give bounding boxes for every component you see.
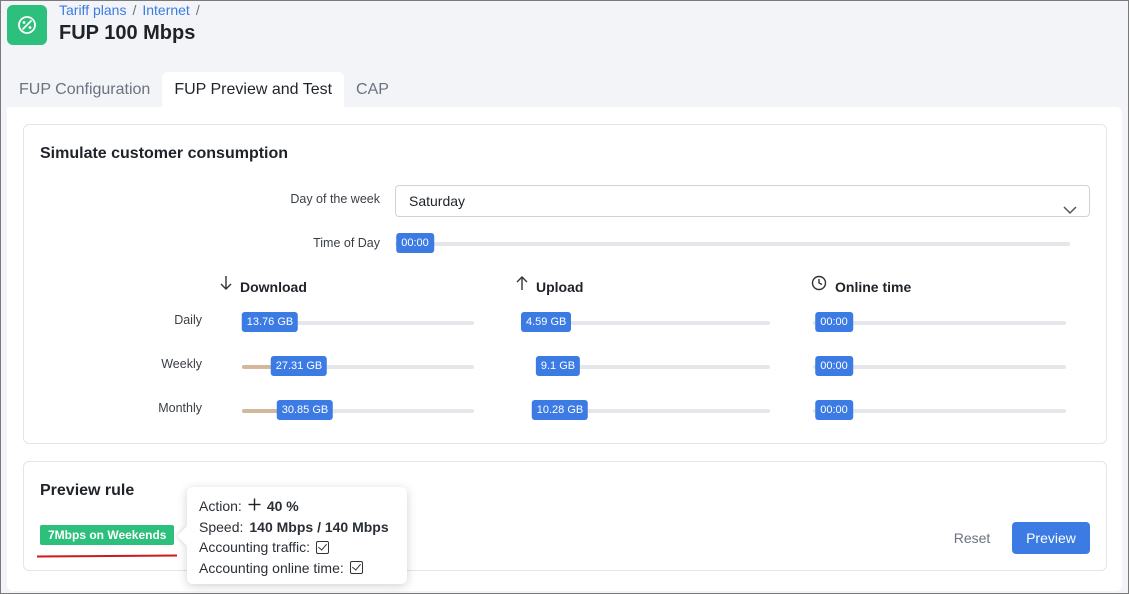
daily-download-slider[interactable]: 13.76 GB bbox=[241, 312, 474, 332]
time-of-day-handle[interactable]: 00:00 bbox=[396, 233, 434, 253]
daily-online-handle[interactable]: 00:00 bbox=[815, 312, 853, 332]
download-label: Download bbox=[240, 279, 307, 295]
tariff-plan-icon bbox=[7, 5, 47, 45]
weekly-download-slider[interactable]: 27.31 GB bbox=[242, 356, 474, 376]
preview-button[interactable]: Preview bbox=[1012, 522, 1090, 554]
simulate-consumption-card: Simulate customer consumption Day of the… bbox=[23, 124, 1107, 444]
monthly-upload-handle[interactable]: 10.28 GB bbox=[531, 400, 589, 420]
simulate-card-title: Simulate customer consumption bbox=[40, 145, 289, 162]
tab-content: Simulate customer consumption Day of the… bbox=[7, 107, 1122, 591]
tab-fup-configuration[interactable]: FUP Configuration bbox=[7, 72, 162, 108]
tooltip-accounting-traffic-label: Accounting traffic: bbox=[199, 539, 311, 556]
upload-label: Upload bbox=[536, 279, 584, 295]
breadcrumb-internet[interactable]: Internet bbox=[142, 2, 189, 18]
tooltip-action-value: 40 % bbox=[266, 498, 299, 515]
daily-upload-slider[interactable]: 4.59 GB bbox=[521, 312, 770, 332]
weekly-upload-handle[interactable]: 9.1 GB bbox=[535, 356, 581, 376]
weekly-upload-slider[interactable]: 9.1 GB bbox=[535, 356, 770, 376]
download-column-header: Download bbox=[220, 275, 307, 295]
monthly-online-slider[interactable]: 00:00 bbox=[813, 400, 1066, 420]
checkbox-checked-icon bbox=[316, 540, 330, 554]
tab-fup-preview-and-test[interactable]: FUP Preview and Test bbox=[162, 72, 345, 108]
monthly-row-label: Monthly bbox=[158, 401, 202, 415]
upload-column-header: Upload bbox=[516, 275, 583, 295]
online-time-column-header: Online time bbox=[811, 275, 911, 295]
online-time-label: Online time bbox=[835, 279, 912, 295]
checkbox-checked-icon bbox=[349, 561, 363, 575]
daily-upload-handle[interactable]: 4.59 GB bbox=[521, 312, 572, 332]
weekly-row-label: Weekly bbox=[161, 357, 202, 371]
arrow-up-icon bbox=[516, 275, 528, 294]
annotation-underline bbox=[36, 554, 178, 558]
monthly-online-handle[interactable]: 00:00 bbox=[815, 400, 853, 420]
reset-button[interactable]: Reset bbox=[937, 522, 1007, 554]
monthly-download-handle[interactable]: 30.85 GB bbox=[276, 400, 334, 420]
tooltip-speed-value: 140 Mbps / 140 Mbps bbox=[249, 518, 389, 535]
tooltip-accounting-online: Accounting online time: bbox=[199, 558, 395, 579]
rule-tooltip: Action: 40 % Speed: 140 Mbps / 140 Mbps … bbox=[187, 487, 407, 584]
tab-cap[interactable]: CAP bbox=[344, 72, 401, 108]
monthly-download-slider[interactable]: 30.85 GB bbox=[242, 400, 474, 420]
weekly-online-handle[interactable]: 00:00 bbox=[815, 356, 853, 376]
page-title: FUP 100 Mbps bbox=[59, 22, 196, 44]
breadcrumb-tariff-plans[interactable]: Tariff plans bbox=[59, 2, 126, 18]
tooltip-action-label: Action: bbox=[199, 498, 242, 515]
day-of-week-select[interactable]: Saturday bbox=[395, 185, 1090, 217]
chevron-down-icon bbox=[1063, 195, 1077, 225]
breadcrumb: Tariff plans / Internet / bbox=[59, 2, 200, 18]
preview-card-title: Preview rule bbox=[40, 482, 135, 499]
preview-rule-card: Preview rule 7Mbps on Weekends Reset Pre… bbox=[23, 461, 1107, 571]
rule-badge[interactable]: 7Mbps on Weekends bbox=[40, 525, 175, 545]
arrow-down-icon bbox=[220, 275, 232, 294]
day-of-week-value: Saturday bbox=[409, 193, 466, 209]
tooltip-accounting-online-label: Accounting online time: bbox=[199, 559, 344, 576]
tooltip-accounting-traffic: Accounting traffic: bbox=[199, 537, 395, 558]
tooltip-speed: Speed: 140 Mbps / 140 Mbps bbox=[199, 517, 395, 538]
day-of-week-label: Day of the week bbox=[290, 192, 380, 206]
tooltip-action: Action: 40 % bbox=[199, 496, 395, 517]
tab-bar: FUP Configuration FUP Preview and Test C… bbox=[7, 72, 401, 108]
clock-icon bbox=[811, 275, 827, 294]
time-of-day-label: Time of Day bbox=[313, 236, 380, 250]
time-of-day-slider[interactable]: 00:00 bbox=[395, 233, 1070, 253]
daily-online-slider[interactable]: 00:00 bbox=[813, 312, 1066, 332]
weekly-download-handle[interactable]: 27.31 GB bbox=[270, 356, 328, 376]
weekly-online-slider[interactable]: 00:00 bbox=[813, 356, 1066, 376]
breadcrumb-separator: / bbox=[132, 2, 137, 18]
daily-row-label: Daily bbox=[174, 313, 202, 327]
breadcrumb-separator: / bbox=[195, 2, 200, 18]
monthly-upload-slider[interactable]: 10.28 GB bbox=[531, 400, 770, 420]
tooltip-speed-label: Speed: bbox=[199, 518, 244, 535]
plus-icon bbox=[248, 498, 261, 514]
daily-download-handle[interactable]: 13.76 GB bbox=[241, 312, 299, 332]
